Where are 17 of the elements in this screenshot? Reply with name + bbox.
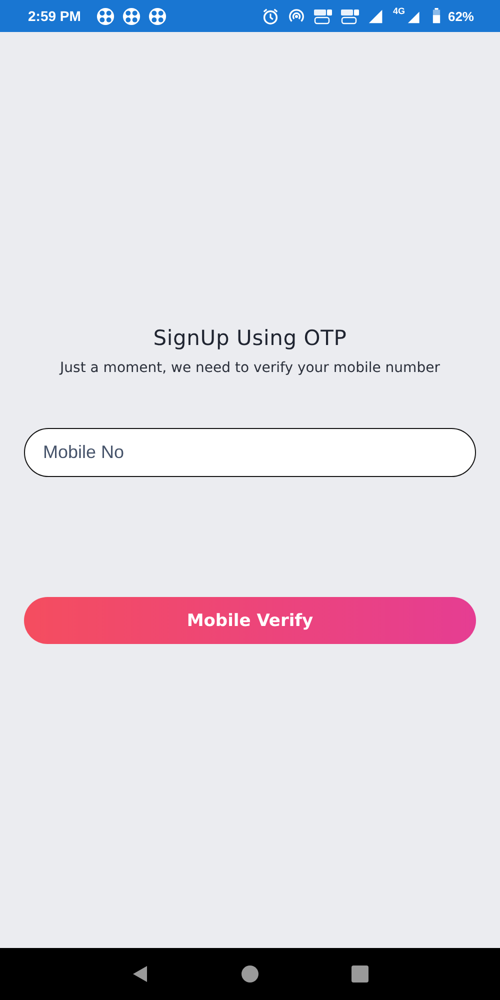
battery-icon xyxy=(432,8,441,24)
volte-icon xyxy=(340,8,360,24)
subtitle: Just a moment, we need to verify your mobile number xyxy=(60,360,440,376)
volte-icon xyxy=(312,8,333,24)
battery-percent: 62% xyxy=(448,8,474,24)
status-time: 2:59 PM xyxy=(28,8,81,24)
network-type: 4G xyxy=(392,6,405,16)
back-icon[interactable] xyxy=(131,965,149,983)
app-icon xyxy=(122,6,141,26)
page-title: SignUp Using OTP xyxy=(153,326,347,350)
app-icon xyxy=(148,6,167,26)
mobile-field[interactable]: Mobile No xyxy=(24,428,476,477)
verify-button[interactable]: Mobile Verify xyxy=(24,597,476,644)
recents-icon[interactable] xyxy=(351,965,369,983)
home-icon[interactable] xyxy=(241,965,259,983)
alarm-icon xyxy=(260,6,280,26)
app-icon xyxy=(96,6,115,26)
